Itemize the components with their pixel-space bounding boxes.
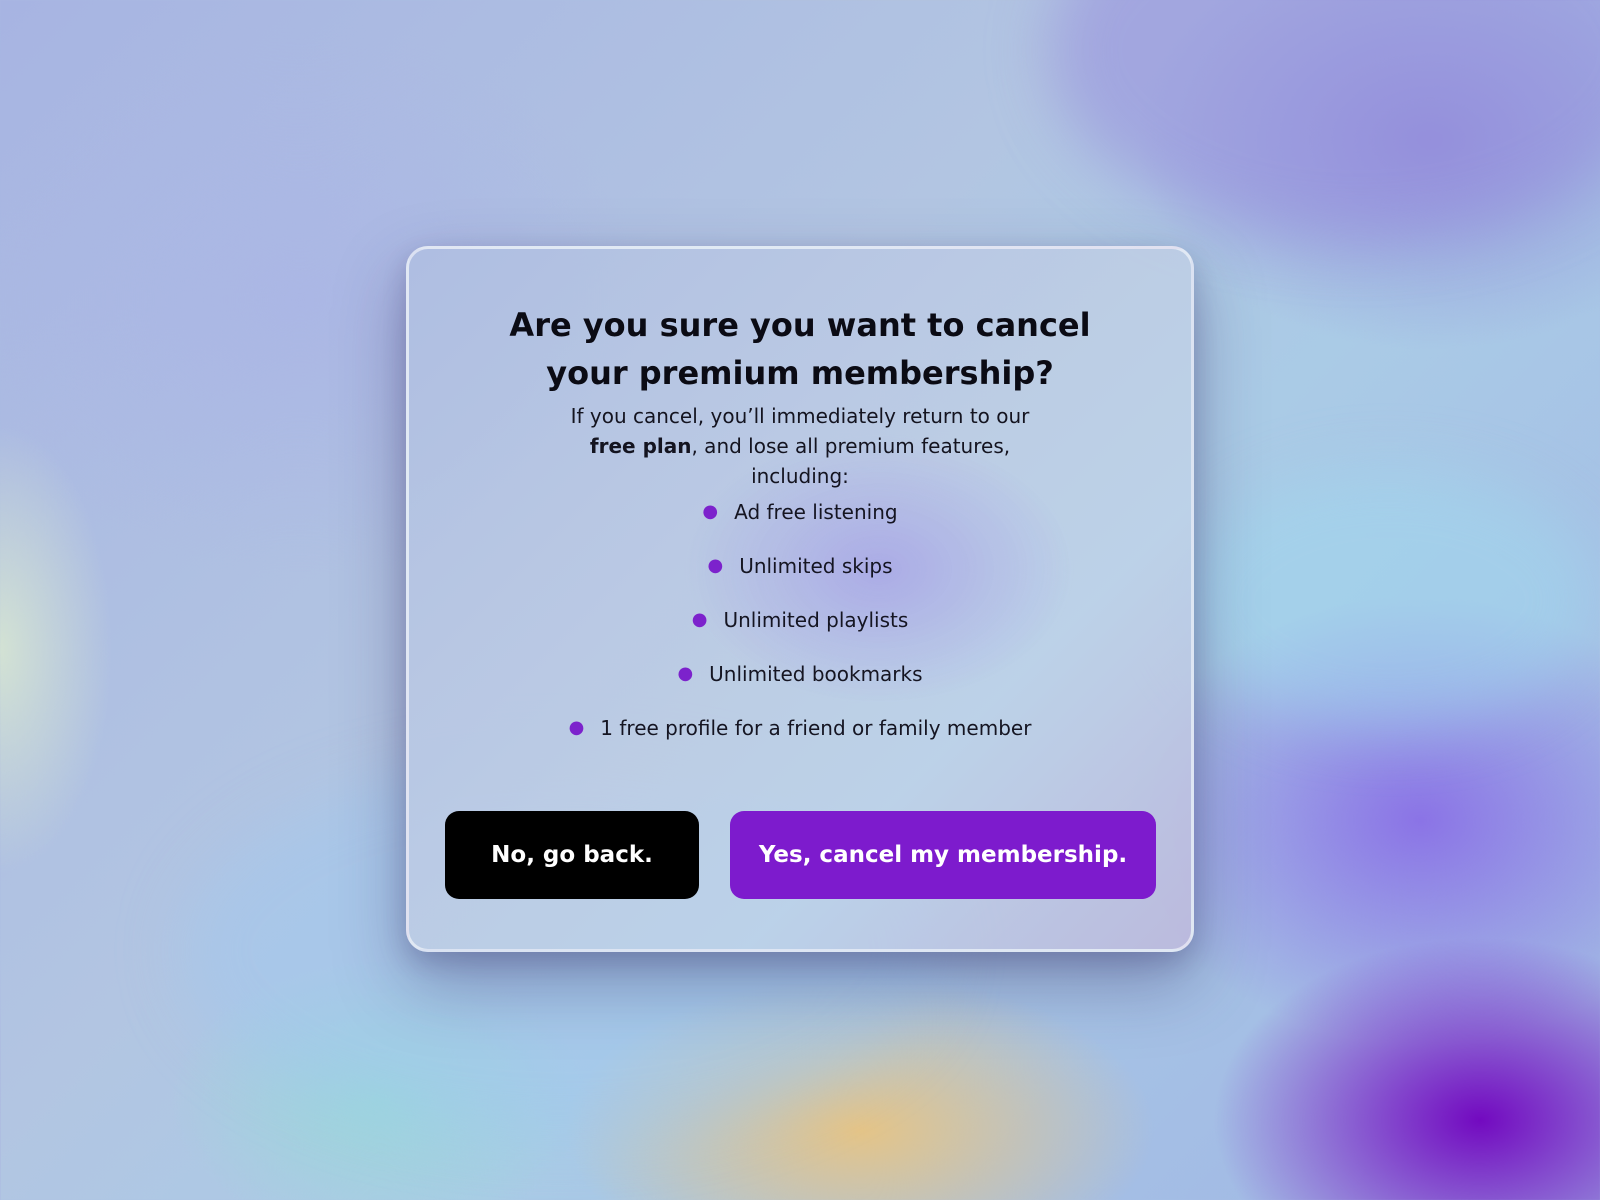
dialog-description: If you cancel, you’ll immediately return… [559, 401, 1041, 491]
feature-item: ● Unlimited bookmarks [409, 647, 1191, 701]
feature-label: 1 free profile for a friend or family me… [600, 716, 1032, 740]
go-back-button[interactable]: No, go back. [445, 811, 699, 899]
feature-label: Unlimited playlists [723, 608, 909, 632]
feature-label: Unlimited skips [739, 554, 893, 578]
bullet-dot-icon: ● [568, 717, 585, 738]
feature-item: ● Ad free listening [409, 485, 1191, 539]
premium-features-list: ● Ad free listening ● Unlimited skips ● Unl… [409, 485, 1191, 755]
feature-label: Ad free listening [734, 500, 898, 524]
cancel-membership-dialog: Are you sure you want to cancel your pre… [406, 246, 1194, 952]
feature-item: ● Unlimited skips [409, 539, 1191, 593]
feature-item: ● Unlimited playlists [409, 593, 1191, 647]
description-free-plan: free plan [589, 434, 692, 458]
bullet-dot-icon: ● [707, 555, 724, 576]
bullet-dot-icon: ● [677, 663, 694, 684]
dialog-title: Are you sure you want to cancel your pre… [509, 306, 1091, 392]
bullet-dot-icon: ● [691, 609, 708, 630]
feature-label: Unlimited bookmarks [709, 662, 923, 686]
cancel-membership-button[interactable]: Yes, cancel my membership. [730, 811, 1156, 899]
description-text: , and lose all premium features, includi… [691, 434, 1011, 488]
background-swirl [1180, 470, 1600, 730]
background-swirl [1050, 0, 1600, 240]
feature-item: ● 1 free profile for a friend or family m… [409, 701, 1191, 755]
bullet-dot-icon: ● [702, 501, 719, 522]
description-text: If you cancel, you’ll immediately return… [570, 404, 1030, 428]
